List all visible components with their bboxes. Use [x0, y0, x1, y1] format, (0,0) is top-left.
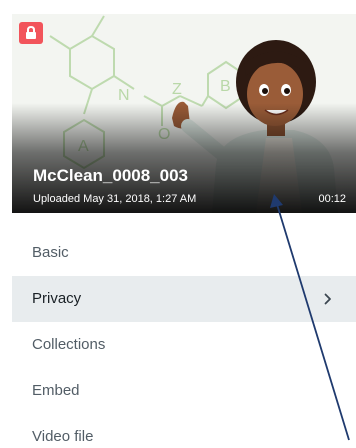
video-title: McClean_0008_003 [33, 166, 189, 185]
menu-item-label: Privacy [32, 290, 82, 307]
settings-menu: Basic Privacy Collections Embed Video fi… [12, 230, 356, 448]
svg-text:Z: Z [172, 81, 182, 98]
svg-text:N: N [118, 87, 130, 104]
video-settings-panel: N Z B A O [0, 0, 356, 448]
svg-text:B: B [220, 78, 231, 95]
video-card[interactable]: N Z B A O [12, 14, 356, 213]
menu-item-basic[interactable]: Basic [12, 230, 356, 276]
menu-item-privacy[interactable]: Privacy [12, 276, 356, 322]
chevron-right-icon [324, 276, 332, 322]
video-duration: 00:12 [318, 193, 346, 205]
menu-item-video-file[interactable]: Video file [12, 414, 356, 448]
menu-item-embed[interactable]: Embed [12, 368, 356, 414]
menu-item-label: Collections [32, 336, 106, 353]
lock-icon [19, 22, 43, 44]
menu-item-label: Basic [32, 244, 69, 261]
upload-date: Uploaded May 31, 2018, 1:27 AM [33, 193, 197, 205]
menu-item-label: Video file [32, 428, 94, 445]
menu-item-label: Embed [32, 382, 80, 399]
menu-item-collections[interactable]: Collections [12, 322, 356, 368]
